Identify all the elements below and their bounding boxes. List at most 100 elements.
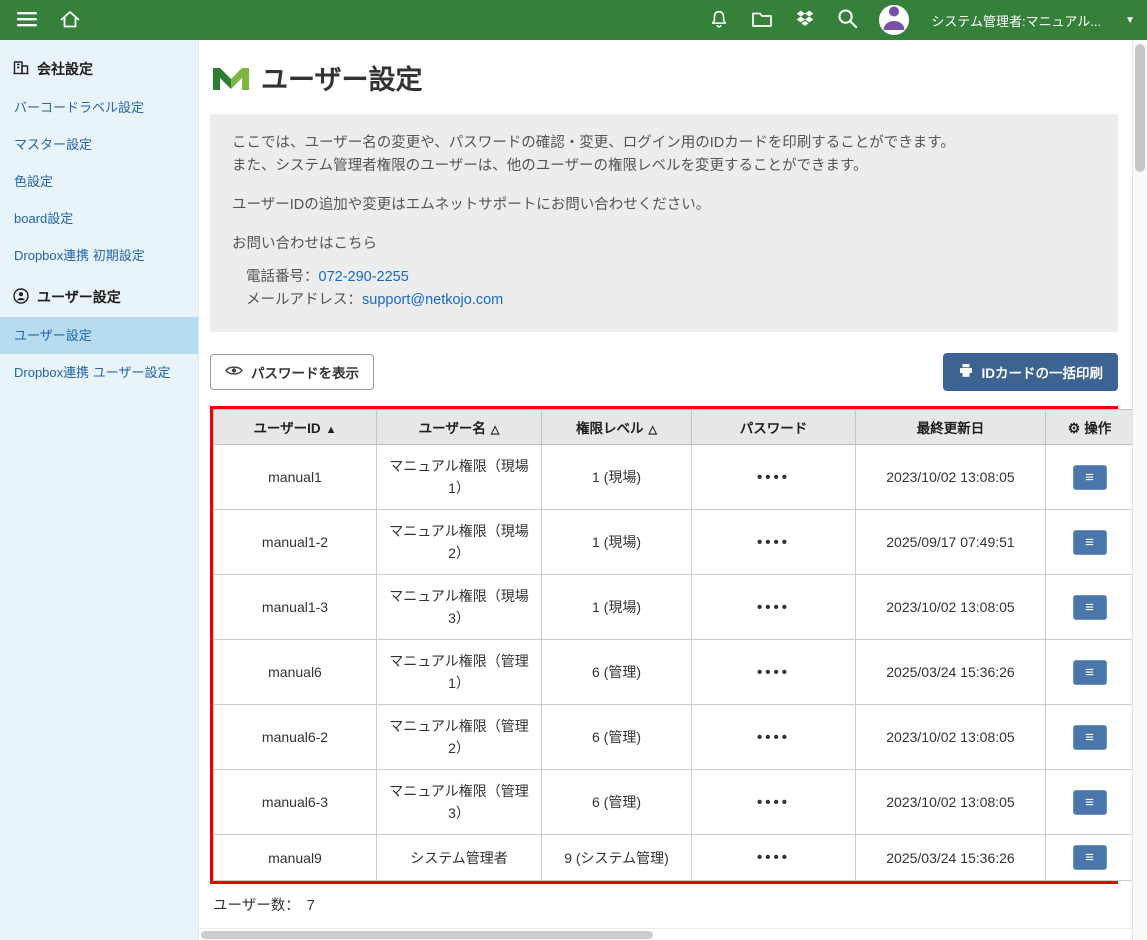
avatar[interactable] xyxy=(879,5,909,35)
password-cell: •••• xyxy=(692,445,856,510)
sidebar-item-barcode-label-settings[interactable]: バーコードラベル設定 xyxy=(0,89,198,126)
phone-link[interactable]: 072-290-2255 xyxy=(319,269,409,285)
gear-icon: ⚙ xyxy=(1068,420,1081,436)
info-line: ここでは、ユーザー名の変更や、パスワードの確認・変更、ログイン用のIDカードを印… xyxy=(232,132,1096,155)
row-menu-button[interactable]: ≡ xyxy=(1073,790,1107,815)
folder-icon xyxy=(750,9,774,32)
user-name-cell: マニュアル権限（管理1） xyxy=(377,640,542,705)
table-row: manual6-3 マニュアル権限（管理3） 6 (管理) •••• 2023/… xyxy=(214,770,1133,835)
folder-button[interactable] xyxy=(750,9,774,32)
sort-asc-icon: ▲ xyxy=(326,424,337,436)
sidebar: 会社設定 バーコードラベル設定 マスター設定 色設定 board設定 Dropb… xyxy=(0,40,199,940)
password-cell: •••• xyxy=(692,575,856,640)
person-icon xyxy=(879,5,909,35)
user-count-value: 7 xyxy=(307,898,315,914)
user-name-cell: マニュアル権限（現場1） xyxy=(377,445,542,510)
search-button[interactable] xyxy=(836,7,859,33)
info-line: また、システム管理者権限のユーザーは、他のユーザーの権限レベルを変更することがで… xyxy=(232,155,1096,178)
building-icon xyxy=(13,60,29,78)
printer-icon xyxy=(958,363,974,381)
user-name-cell: システム管理者 xyxy=(377,835,542,881)
row-menu-button[interactable]: ≡ xyxy=(1073,845,1107,870)
page-title: ユーザー設定 xyxy=(261,58,422,97)
row-menu-button[interactable]: ≡ xyxy=(1073,530,1107,555)
home-button[interactable] xyxy=(59,9,81,32)
sidebar-item-color-settings[interactable]: 色設定 xyxy=(0,163,198,200)
vertical-scrollbar[interactable] xyxy=(1132,40,1147,940)
info-line: ユーザーIDの追加や変更はエムネットサポートにお問い合わせください。 xyxy=(232,194,1096,217)
sidebar-section-company: 会社設定 xyxy=(0,46,198,89)
table-row: manual1-3 マニュアル権限（現場3） 1 (現場) •••• 2023/… xyxy=(214,575,1133,640)
bell-icon xyxy=(708,8,730,33)
column-header-user-id[interactable]: ユーザーID▲ xyxy=(214,410,377,445)
user-id-cell: manual9 xyxy=(214,835,377,881)
print-id-cards-button[interactable]: IDカードの一括印刷 xyxy=(943,353,1119,391)
menu-button[interactable] xyxy=(17,11,37,30)
user-count-label: ユーザー数： xyxy=(213,898,300,914)
permission-level-cell: 9 (システム管理) xyxy=(542,835,692,881)
user-name-cell: マニュアル権限（管理3） xyxy=(377,770,542,835)
actions-row: パスワードを表示 IDカードの一括印刷 xyxy=(210,353,1118,391)
dropbox-icon xyxy=(794,8,816,32)
horizontal-scrollbar-thumb[interactable] xyxy=(201,931,653,939)
horizontal-scrollbar[interactable] xyxy=(199,928,1132,940)
sort-icon: △ xyxy=(649,424,657,436)
topbar-right: システム管理者:マニュアル... ▼ xyxy=(708,5,1135,35)
sidebar-item-user-settings[interactable]: ユーザー設定 xyxy=(0,317,198,354)
hamburger-icon xyxy=(17,11,37,30)
sidebar-item-master-settings[interactable]: マスター設定 xyxy=(0,126,198,163)
dropbox-button[interactable] xyxy=(794,8,816,32)
user-name-cell: マニュアル権限（現場3） xyxy=(377,575,542,640)
row-menu-button[interactable]: ≡ xyxy=(1073,725,1107,750)
user-id-cell: manual1 xyxy=(214,445,377,510)
notifications-button[interactable] xyxy=(708,8,730,33)
user-id-cell: manual6 xyxy=(214,640,377,705)
show-password-button[interactable]: パスワードを表示 xyxy=(210,354,374,390)
sidebar-section-label: 会社設定 xyxy=(37,59,93,79)
actions-cell: ≡ xyxy=(1046,705,1133,770)
email-label: メールアドレス： xyxy=(246,292,362,308)
sidebar-section-user: ユーザー設定 xyxy=(0,274,198,317)
user-count: ユーザー数： 7 xyxy=(213,894,1118,915)
actions-cell: ≡ xyxy=(1046,445,1133,510)
current-user-label[interactable]: システム管理者:マニュアル... xyxy=(931,11,1101,30)
actions-cell: ≡ xyxy=(1046,575,1133,640)
vertical-scrollbar-thumb[interactable] xyxy=(1135,44,1145,172)
column-header-permission-level[interactable]: 権限レベル△ xyxy=(542,410,692,445)
app-logo-icon xyxy=(212,60,250,95)
row-menu-button[interactable]: ≡ xyxy=(1073,595,1107,620)
password-cell: •••• xyxy=(692,640,856,705)
table-header-row: ユーザーID▲ ユーザー名△ 権限レベル△ パスワード 最終更新日 ⚙操作 xyxy=(214,410,1133,445)
sidebar-item-dropbox-initial-settings[interactable]: Dropbox連携 初期設定 xyxy=(0,237,198,274)
permission-level-cell: 1 (現場) xyxy=(542,510,692,575)
permission-level-cell: 1 (現場) xyxy=(542,575,692,640)
table-row: manual9 システム管理者 9 (システム管理) •••• 2025/03/… xyxy=(214,835,1133,881)
last-updated-cell: 2025/03/24 15:36:26 xyxy=(856,640,1046,705)
contact-heading: お問い合わせはこちら xyxy=(232,233,1096,256)
table-row: manual6-2 マニュアル権限（管理2） 6 (管理) •••• 2023/… xyxy=(214,705,1133,770)
sort-icon: △ xyxy=(491,424,499,436)
email-link[interactable]: support@netkojo.com xyxy=(362,292,503,308)
users-table: ユーザーID▲ ユーザー名△ 権限レベル△ パスワード 最終更新日 ⚙操作 ma… xyxy=(213,409,1132,881)
contact-block: 電話番号：072-290-2255 メールアドレス：support@netkoj… xyxy=(232,266,1096,312)
sidebar-item-dropbox-user-settings[interactable]: Dropbox連携 ユーザー設定 xyxy=(0,354,198,391)
password-cell: •••• xyxy=(692,510,856,575)
column-header-user-name[interactable]: ユーザー名△ xyxy=(377,410,542,445)
sidebar-item-board-settings[interactable]: board設定 xyxy=(0,200,198,237)
permission-level-cell: 6 (管理) xyxy=(542,640,692,705)
last-updated-cell: 2023/10/02 13:08:05 xyxy=(856,445,1046,510)
topbar-left xyxy=(12,9,81,32)
last-updated-cell: 2023/10/02 13:08:05 xyxy=(856,575,1046,640)
chevron-down-icon[interactable]: ▼ xyxy=(1125,15,1135,26)
row-menu-button[interactable]: ≡ xyxy=(1073,660,1107,685)
actions-cell: ≡ xyxy=(1046,640,1133,705)
permission-level-cell: 6 (管理) xyxy=(542,770,692,835)
last-updated-cell: 2023/10/02 13:08:05 xyxy=(856,705,1046,770)
screen: システム管理者:マニュアル... ▼ 会社設定 バーコードラベル設定 マスター設… xyxy=(0,0,1147,940)
home-icon xyxy=(59,9,81,32)
user-name-cell: マニュアル権限（現場2） xyxy=(377,510,542,575)
table-highlight-box: ユーザーID▲ ユーザー名△ 権限レベル△ パスワード 最終更新日 ⚙操作 ma… xyxy=(210,406,1118,884)
user-id-cell: manual1-2 xyxy=(214,510,377,575)
user-name-cell: マニュアル権限（管理2） xyxy=(377,705,542,770)
row-menu-button[interactable]: ≡ xyxy=(1073,465,1107,490)
